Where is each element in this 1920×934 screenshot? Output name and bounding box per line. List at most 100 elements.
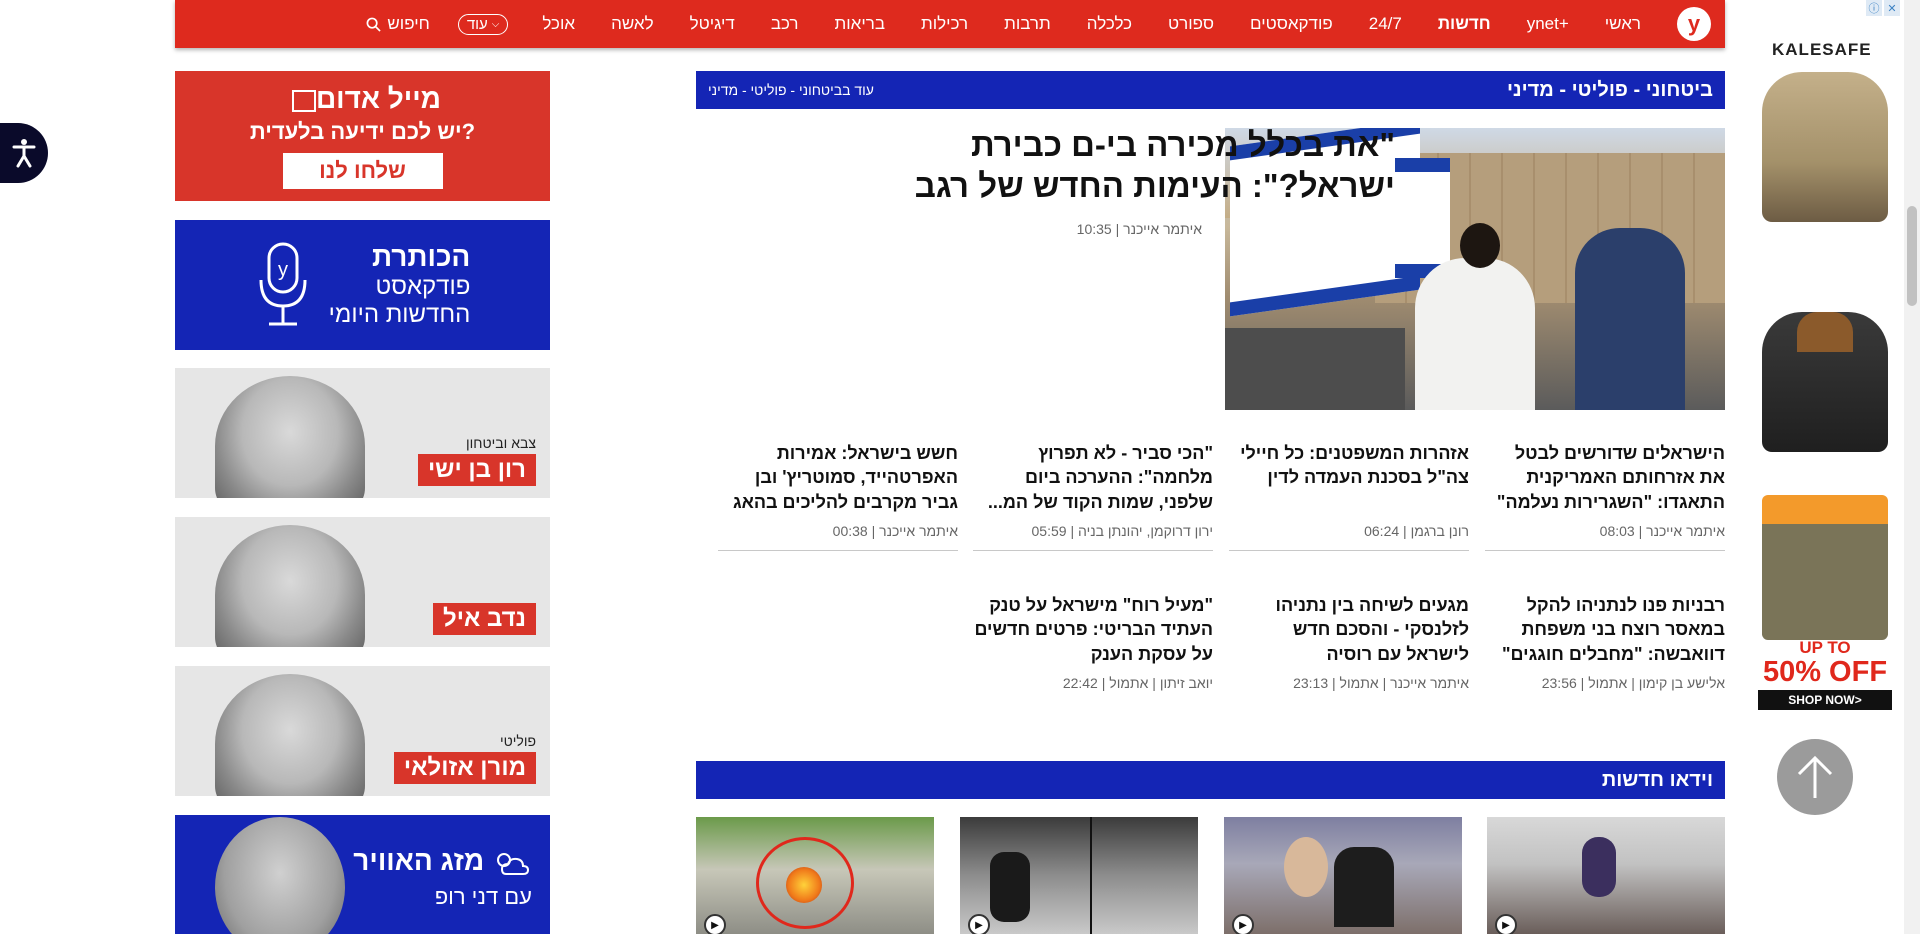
nav-item-culture[interactable]: תרבות	[986, 14, 1069, 34]
article-meta: רונן ברגמן | 06:24	[1364, 523, 1469, 539]
main-article-time: 10:35	[1076, 221, 1112, 237]
nav-item-economy[interactable]: כלכלה	[1069, 14, 1150, 34]
article-item[interactable]: רבניות פנו לנתניהו להקל במאסר רוצח בני מ…	[1485, 593, 1725, 691]
article-item[interactable]: מגעים לשיחה בין נתניהו לזלנסקי - והסכם ח…	[1229, 593, 1469, 691]
columnist-name: מורן אזולאי	[393, 752, 536, 784]
advertisement[interactable]: ⓘ ✕ KALESAFE UP TO 50% OFF SHOP NOW>	[1750, 0, 1900, 750]
main-article-author: איתמר אייכנר	[1123, 221, 1202, 237]
article-author: יואב זיתון	[1159, 675, 1213, 691]
ad-info-icon[interactable]: ⓘ	[1866, 0, 1882, 16]
article-author: איתמר אייכנר	[1390, 675, 1469, 691]
ad-brand-logo: KALESAFE	[1772, 40, 1872, 59]
ad-product-jacket-tan[interactable]	[1762, 72, 1888, 222]
nav-item-24-7[interactable]: 24/7	[1351, 14, 1420, 34]
article-time: 00:38	[832, 523, 868, 539]
article-meta: אלישע בן קימון | אתמול | 23:56	[1541, 675, 1725, 691]
article-time: אתמול | 23:56	[1541, 675, 1628, 691]
video-section-title[interactable]: וידאו חדשות	[1602, 769, 1713, 792]
close-icon[interactable]: ✕	[1884, 0, 1900, 16]
article-author: אלישע בן קימון	[1638, 675, 1725, 691]
nav-more-button[interactable]: עוד ⌵	[457, 13, 509, 35]
send-to-us-button[interactable]: שלחו לנו	[282, 153, 443, 189]
ad-up-to: UP TO	[1799, 638, 1851, 657]
divider	[1485, 550, 1725, 551]
video-section-header: וידאו חדשות	[696, 761, 1725, 799]
article-author: איתמר אייכנר	[879, 523, 958, 539]
video-thumbnail[interactable]: ▶	[1487, 817, 1725, 934]
play-icon: ▶	[1495, 914, 1517, 934]
red-mail-promo[interactable]: מייל אדום יש לכם ידיעה בלעדית? שלחו לנו	[175, 71, 550, 201]
nav-item-ynet-plus[interactable]: ynet+	[1509, 14, 1587, 34]
nav-item-cars[interactable]: רכב	[753, 14, 817, 34]
article-meta: איתמר אייכנר | אתמול | 23:13	[1293, 675, 1469, 691]
article-title[interactable]: הישראלים שדורשים לבטל את אזרחותם האמריקנ…	[1485, 441, 1725, 514]
nav-item-women[interactable]: לאשה	[593, 14, 672, 34]
video-thumbnail[interactable]: ▶	[960, 817, 1198, 934]
section-more-link[interactable]: עוד בביטחוני - פוליטי - מדיני	[708, 82, 874, 98]
main-article-title[interactable]: "את בכלל מכירה בי-ם כבירת ישראל?": העימו…	[895, 124, 1395, 207]
article-item[interactable]: הישראלים שדורשים לבטל את אזרחותם האמריקנ…	[1485, 441, 1725, 551]
article-title[interactable]: מגעים לשיחה בין נתניהו לזלנסקי - והסכם ח…	[1229, 593, 1469, 666]
play-icon: ▶	[704, 914, 726, 934]
search-icon	[366, 17, 382, 32]
search-button[interactable]: חיפוש	[354, 14, 441, 34]
podcast-promo[interactable]: y הכותרת פודקאסט החדשות היומי	[175, 220, 550, 350]
columnist-name: רון בן ישי	[417, 454, 536, 486]
article-title[interactable]: "מעיל רוח" מישראל על טנק העתיד הבריטי: פ…	[973, 593, 1213, 666]
article-author: איתמר אייכנר	[1646, 523, 1725, 539]
article-title[interactable]: "הכי סביר - לא תפרוץ מלחמה": ההערכה ביום…	[973, 441, 1213, 514]
back-to-top-button[interactable]	[1777, 739, 1853, 815]
nav-item-podcasts[interactable]: פודקאסטים	[1232, 14, 1351, 34]
columnist-photo	[215, 376, 365, 498]
nav-item-news[interactable]: חדשות	[1420, 14, 1509, 34]
article-meta: איתמר אייכנר | 08:03	[1599, 523, 1725, 539]
scrollbar-thumb[interactable]	[1907, 206, 1917, 306]
ynet-logo[interactable]: y	[1677, 7, 1711, 41]
article-time: 05:59	[1031, 523, 1067, 539]
columnist-section: פוליטי	[499, 733, 536, 749]
article-title[interactable]: אזהרות המשפטנים: כל חיילי צה"ל בסכנת העמ…	[1229, 441, 1469, 490]
article-item[interactable]: אזהרות המשפטנים: כל חיילי צה"ל בסכנת העמ…	[1229, 441, 1469, 551]
article-time: 08:03	[1599, 523, 1635, 539]
weather-presenter-photo	[215, 817, 345, 934]
mail-edit-icon	[291, 89, 316, 112]
divider	[718, 550, 958, 551]
weather-subtitle: עם דני רופ	[434, 883, 532, 909]
nav-item-food[interactable]: אוכל	[524, 14, 593, 34]
ad-product-shorts[interactable]	[1762, 495, 1888, 640]
podcast-line2: החדשות היומי	[328, 301, 471, 328]
article-item[interactable]: חשש בישראל: אמירות האפרטהייד, סמוטריץ' ו…	[718, 441, 958, 551]
accessibility-button[interactable]	[0, 123, 48, 183]
ad-shop-now-button[interactable]: SHOP NOW>	[1758, 690, 1892, 710]
article-meta: איתמר אייכנר | 00:38	[832, 523, 958, 539]
article-time: אתמול | 22:42	[1062, 675, 1149, 691]
section-title[interactable]: ביטחוני - פוליטי - מדיני	[1507, 79, 1713, 102]
scrollbar[interactable]	[1904, 0, 1920, 934]
article-title[interactable]: רבניות פנו לנתניהו להקל במאסר רוצח בני מ…	[1485, 593, 1725, 666]
ad-sale-banner[interactable]: UP TO 50% OFF SHOP NOW>	[1750, 638, 1900, 710]
ad-product-jacket-black[interactable]	[1762, 312, 1888, 452]
red-mail-subtitle: יש לכם ידיעה בלעדית?	[249, 119, 476, 144]
microphone-icon: y	[259, 242, 307, 326]
article-title[interactable]: חשש בישראל: אמירות האפרטהייד, סמוטריץ' ו…	[718, 441, 958, 514]
columnist-photo	[215, 674, 365, 796]
video-thumbnail[interactable]: ▶	[696, 817, 934, 934]
nav-item-health[interactable]: בריאות	[817, 14, 904, 34]
nav-item-digital[interactable]: דיגיטל	[672, 14, 753, 34]
video-thumbnail[interactable]: ▶	[1224, 817, 1462, 934]
main-article-meta: איתמר אייכנר | 10:35	[1076, 221, 1202, 237]
article-item[interactable]: "מעיל רוח" מישראל על טנק העתיד הבריטי: פ…	[973, 593, 1213, 691]
svg-text:y: y	[278, 259, 288, 281]
article-time: אתמול | 23:13	[1293, 675, 1379, 691]
nav-item-gossip[interactable]: רכילות	[903, 14, 986, 34]
nav-item-sport[interactable]: ספורט	[1150, 14, 1232, 34]
columnist-promo-nadav-eyal[interactable]: נדב איל	[175, 517, 550, 647]
weather-promo[interactable]: מזג האוויר עם דני רופ	[175, 815, 550, 934]
columnist-promo-moran-azulay[interactable]: פוליטי מורן אזולאי	[175, 666, 550, 796]
article-item[interactable]: "הכי סביר - לא תפרוץ מלחמה": ההערכה ביום…	[973, 441, 1213, 551]
podcast-line1: פודקאסט	[375, 273, 471, 300]
article-author: ירון דרוקמן, יהונתן בניה	[1077, 523, 1213, 539]
nav-item-home[interactable]: ראשי	[1587, 14, 1659, 34]
arrow-up-icon	[1797, 755, 1833, 798]
columnist-promo-ron-ben-yishai[interactable]: צבא וביטחון רון בן ישי	[175, 368, 550, 498]
